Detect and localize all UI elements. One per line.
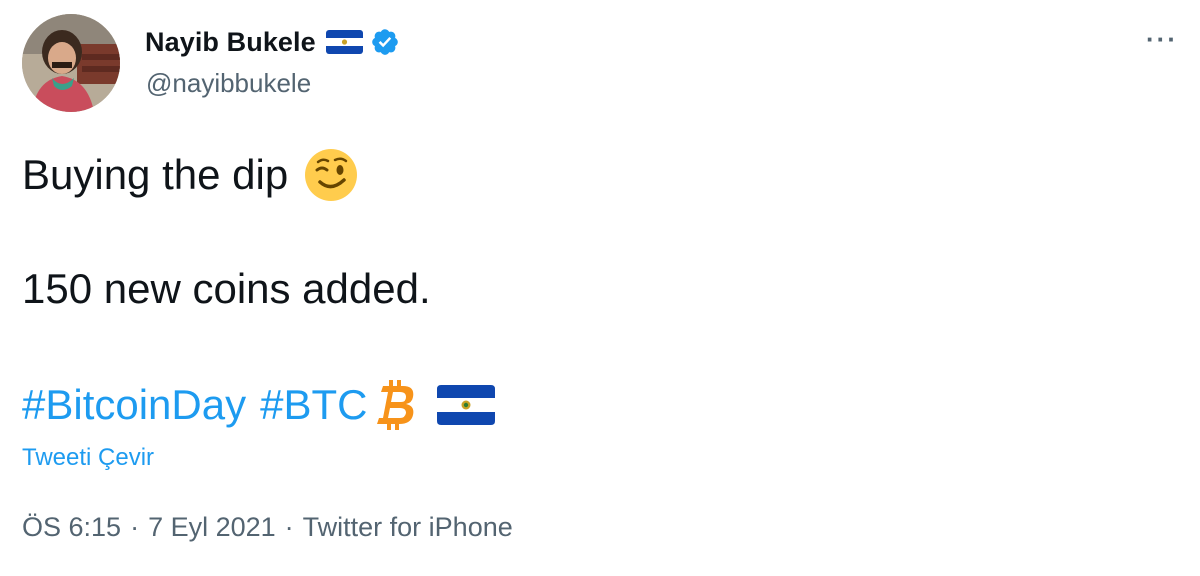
more-options-icon: ··· bbox=[1146, 24, 1178, 54]
winking-face-emoji-icon bbox=[304, 148, 358, 202]
hashtag-bitcoinday-link[interactable]: #BitcoinDay bbox=[22, 381, 246, 429]
tweet-text-buying-the-dip: Buying the dip bbox=[22, 151, 289, 198]
tweet-text-line-1: Buying the dip bbox=[22, 148, 358, 202]
tweet-time[interactable]: ÖS 6:15 bbox=[22, 512, 121, 543]
el-salvador-flag-icon bbox=[437, 385, 496, 425]
avatar-photo bbox=[22, 14, 120, 112]
tweet-date[interactable]: 7 Eyl 2021 bbox=[148, 512, 276, 543]
verified-badge-icon bbox=[370, 27, 400, 57]
avatar[interactable] bbox=[22, 14, 120, 112]
hashtag-row: #BitcoinDay #BTC bbox=[22, 378, 496, 432]
bitcoin-icon bbox=[373, 378, 421, 432]
el-salvador-flag-icon bbox=[325, 30, 363, 54]
hashtag-btc-link[interactable]: #BTC bbox=[260, 381, 367, 429]
tweet-metadata: ÖS 6:15 · 7 Eyl 2021 · Twitter for iPhon… bbox=[22, 512, 513, 543]
meta-separator: · bbox=[284, 512, 294, 542]
more-options-button[interactable]: ··· bbox=[1142, 24, 1182, 54]
translate-tweet-link[interactable]: Tweeti Çevir bbox=[22, 444, 154, 472]
tweet-source-link[interactable]: Twitter for iPhone bbox=[303, 512, 513, 543]
author-handle[interactable]: @nayibbukele bbox=[146, 68, 311, 99]
author-name-row[interactable]: Nayib Bukele bbox=[145, 24, 400, 60]
meta-separator: · bbox=[130, 512, 140, 542]
tweet-card: Nayib Bukele @nayibbukele ··· Buying the… bbox=[0, 0, 1200, 576]
tweet-text-line-2: 150 new coins added. bbox=[22, 265, 431, 312]
author-display-name[interactable]: Nayib Bukele bbox=[145, 27, 316, 58]
